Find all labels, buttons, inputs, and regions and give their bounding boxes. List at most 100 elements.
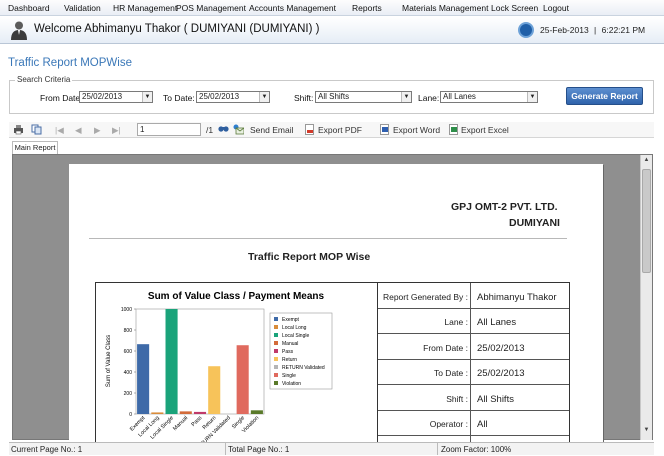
- menu-pos-management[interactable]: POS Management: [176, 3, 246, 13]
- search-criteria-legend: Search Criteria: [15, 75, 73, 84]
- copy-icon[interactable]: [31, 124, 42, 135]
- main-menu-bar: Dashboard Validation HR Management POS M…: [0, 0, 664, 16]
- welcome-text: Welcome Abhimanyu Thakor ( DUMIYANI (DUM…: [34, 23, 320, 35]
- menu-validation[interactable]: Validation: [64, 3, 101, 13]
- shift-value: All Shifts: [318, 92, 350, 101]
- menu-lock-screen[interactable]: Lock Screen: [491, 3, 538, 13]
- plaza-name: DUMIYANI: [509, 217, 560, 229]
- legend-swatch: [274, 333, 278, 337]
- chevron-down-icon[interactable]: ▼: [401, 92, 411, 102]
- legend-swatch: [274, 373, 278, 377]
- chevron-down-icon[interactable]: ▼: [259, 92, 269, 102]
- info-value: 25/02/2013: [477, 368, 525, 379]
- user-icon: [11, 21, 27, 40]
- page-total: /1: [206, 125, 214, 135]
- send-email-button[interactable]: Send Email: [250, 125, 293, 135]
- shift-select[interactable]: All Shifts ▼: [315, 91, 412, 103]
- to-date-picker[interactable]: 25/02/2013 ▼: [196, 91, 270, 103]
- info-label: Report Generated By :: [382, 292, 468, 302]
- scroll-up-icon[interactable]: ▲: [642, 157, 651, 166]
- menu-reports[interactable]: Reports: [352, 3, 382, 13]
- menu-materials-management[interactable]: Materials Management: [402, 3, 488, 13]
- previous-page-icon[interactable]: ◀: [75, 125, 82, 136]
- report-page: GPJ OMT-2 PVT. LTD. DUMIYANI Traffic Rep…: [69, 164, 603, 453]
- current-page-status: Current Page No.: 1: [11, 445, 83, 454]
- status-separator: [225, 443, 226, 455]
- export-pdf-button[interactable]: Export PDF: [318, 125, 362, 135]
- from-date-value: 25/02/2013: [82, 92, 123, 101]
- menu-accounts-management[interactable]: Accounts Management: [249, 3, 336, 13]
- x-tick-label: Manual: [172, 415, 189, 432]
- y-tick-label: 400: [124, 370, 133, 376]
- legend-label: RETURN Validated: [282, 365, 325, 371]
- info-value: All: [477, 419, 488, 430]
- next-page-icon[interactable]: ▶: [94, 125, 101, 136]
- menu-dashboard[interactable]: Dashboard: [8, 3, 50, 13]
- legend-swatch: [274, 349, 278, 353]
- word-icon[interactable]: [379, 124, 390, 135]
- bar-return: [208, 366, 221, 414]
- header-divider: [89, 238, 567, 239]
- zoom-status: Zoom Factor: 100%: [441, 445, 512, 454]
- tab-main-report[interactable]: Main Report: [12, 141, 58, 154]
- page-title: Traffic Report MOPWise: [8, 57, 132, 69]
- info-row-divider: [378, 435, 569, 436]
- excel-icon[interactable]: [448, 124, 459, 135]
- legend-label: Violation: [282, 381, 301, 387]
- info-value: All Shifts: [477, 394, 514, 405]
- bar-local-long: [151, 412, 164, 414]
- info-label: Operator :: [429, 419, 468, 429]
- info-row-divider: [378, 410, 569, 411]
- scrollbar-thumb[interactable]: [642, 169, 651, 273]
- pdf-icon[interactable]: [304, 124, 315, 135]
- menu-hr-management[interactable]: HR Management: [113, 3, 177, 13]
- legend-swatch: [274, 365, 278, 369]
- date-time-readout: 25-Feb-2013 | 6:22:21 PM: [540, 25, 645, 35]
- from-date-picker[interactable]: 25/02/2013 ▼: [79, 91, 153, 103]
- y-tick-label: 800: [124, 328, 133, 334]
- info-row-divider: [378, 333, 569, 334]
- legend-swatch: [274, 317, 278, 321]
- vertical-scrollbar[interactable]: ▲ ▼: [640, 155, 652, 440]
- info-label: From Date :: [423, 343, 468, 353]
- legend-label: Manual: [282, 341, 298, 347]
- chevron-down-icon[interactable]: ▼: [142, 92, 152, 102]
- report-toolbar: |◀ ◀ ▶ ▶| 1 /1 Send Email Export PDF Exp…: [9, 122, 654, 138]
- from-date-label: From Date:: [40, 93, 83, 103]
- bar-exempt: [137, 344, 150, 414]
- legend-swatch: [274, 325, 278, 329]
- menu-logout[interactable]: Logout: [543, 3, 569, 13]
- legend-label: Local Single: [282, 333, 309, 339]
- lane-select[interactable]: All Lanes ▼: [440, 91, 538, 103]
- info-label: Shift :: [446, 394, 468, 404]
- chevron-down-icon[interactable]: ▼: [527, 92, 537, 102]
- legend-swatch: [274, 341, 278, 345]
- to-date-label: To Date:: [163, 93, 195, 103]
- lane-value: All Lanes: [443, 92, 476, 101]
- generate-report-button[interactable]: Generate Report: [566, 87, 643, 105]
- bar-local-single: [165, 309, 178, 414]
- bar-manual: [179, 411, 192, 414]
- chart-title: Sum of Value Class / Payment Means: [148, 291, 325, 302]
- first-page-icon[interactable]: |◀: [55, 125, 64, 136]
- print-icon[interactable]: [13, 124, 24, 135]
- last-page-icon[interactable]: ▶|: [112, 125, 121, 136]
- shift-label: Shift:: [294, 93, 314, 103]
- page-number-input[interactable]: 1: [137, 123, 201, 136]
- find-icon[interactable]: [218, 124, 229, 135]
- report-info-table: Report Generated By : Abhimanyu Thakor Lan…: [377, 282, 570, 449]
- scroll-down-icon[interactable]: ▼: [642, 427, 651, 436]
- legend-label: Local Long: [282, 325, 307, 331]
- export-excel-button[interactable]: Export Excel: [461, 125, 509, 135]
- lane-label: Lane:: [418, 93, 440, 103]
- status-separator: [437, 443, 438, 455]
- info-row-divider: [378, 308, 569, 309]
- info-value: 25/02/2013: [477, 343, 525, 354]
- current-time: 6:22:21 PM: [601, 25, 646, 35]
- email-icon[interactable]: [233, 124, 244, 135]
- export-word-button[interactable]: Export Word: [393, 125, 440, 135]
- chart-y-label: Sum of Value Class: [106, 335, 112, 387]
- date-time-separator: |: [594, 25, 597, 35]
- y-tick-label: 200: [124, 391, 133, 397]
- y-tick-label: 0: [129, 412, 132, 418]
